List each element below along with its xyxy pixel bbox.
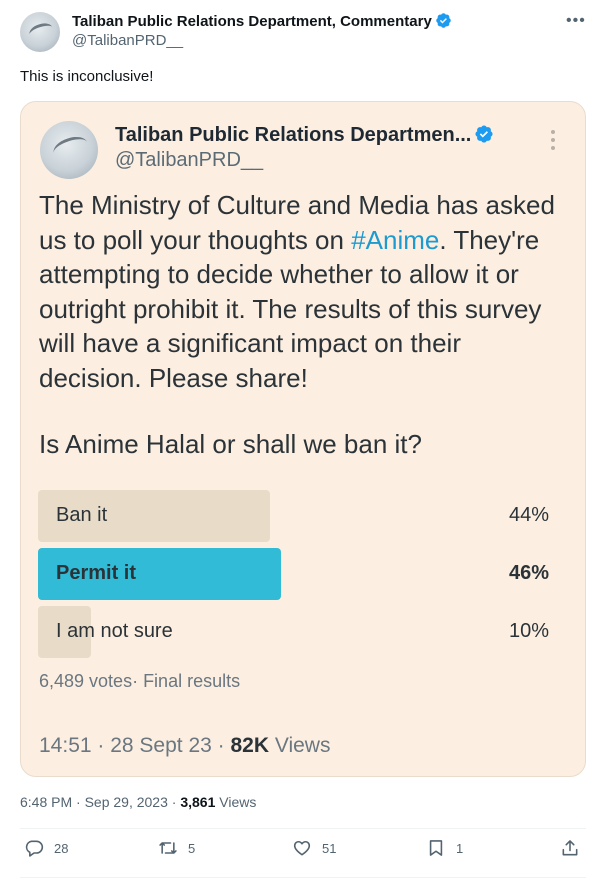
heart-icon <box>293 840 311 856</box>
verified-badge-icon <box>475 125 493 143</box>
author-handle[interactable]: @TalibanPRD__ <box>72 32 183 49</box>
poll-question: Is Anime Halal or shall we ban it? <box>39 429 422 459</box>
reply-icon <box>25 840 44 857</box>
bookmark-icon <box>429 840 443 856</box>
poll-option-percent: 46% <box>508 562 549 584</box>
share-icon <box>562 840 578 856</box>
poll-option: Permit it 46% <box>38 548 549 600</box>
quoted-tweet-meta: 14:51 · 28 Sept 23 · 82K Views <box>39 734 331 757</box>
divider <box>20 828 586 829</box>
author-avatar[interactable] <box>20 12 60 52</box>
quoted-tweet-card[interactable]: Taliban Public Relations Departmen... @T… <box>20 101 586 777</box>
action-bar: 28 5 51 1 <box>20 838 586 868</box>
reply-count: 28 <box>54 840 69 856</box>
tweet-text: This is inconclusive! <box>20 68 154 85</box>
author-name[interactable]: Taliban Public Relations Department, Com… <box>72 12 452 30</box>
quoted-tweet-body: The Ministry of Culture and Media has as… <box>39 190 555 393</box>
verified-badge-icon <box>436 13 451 28</box>
tweet-timestamp[interactable]: 6:48 PM · Sep 29, 2023 · 3,861 Views <box>20 794 256 810</box>
bookmark-button[interactable]: 1 <box>426 838 463 858</box>
like-button[interactable]: 51 <box>292 838 336 858</box>
reply-button[interactable]: 28 <box>24 838 68 858</box>
quoted-author-name[interactable]: Taliban Public Relations Departmen... <box>115 124 494 147</box>
repost-button[interactable]: 5 <box>158 838 195 858</box>
quoted-author-avatar[interactable] <box>40 121 98 179</box>
poll-option-percent: 10% <box>508 620 549 642</box>
bookmark-count: 1 <box>456 840 464 856</box>
poll-option-label: Ban it <box>56 504 108 526</box>
quoted-more-options-icon[interactable] <box>551 130 557 150</box>
poll-summary: 6,489 votes· Final results <box>39 671 241 691</box>
more-options-icon[interactable]: ••• <box>566 12 586 30</box>
repost-icon <box>159 842 177 854</box>
hashtag-link[interactable]: #Anime <box>351 225 439 255</box>
like-count: 51 <box>322 840 337 856</box>
quoted-author-handle[interactable]: @TalibanPRD__ <box>115 149 263 172</box>
poll-option: Ban it 44% <box>38 490 549 542</box>
poll-option: I am not sure 10% <box>38 606 549 658</box>
poll-option-label: Permit it <box>56 562 137 584</box>
poll-option-percent: 44% <box>508 504 549 526</box>
share-button[interactable] <box>560 838 580 858</box>
repost-count: 5 <box>188 840 196 856</box>
poll-option-label: I am not sure <box>56 620 173 642</box>
divider <box>20 877 586 878</box>
